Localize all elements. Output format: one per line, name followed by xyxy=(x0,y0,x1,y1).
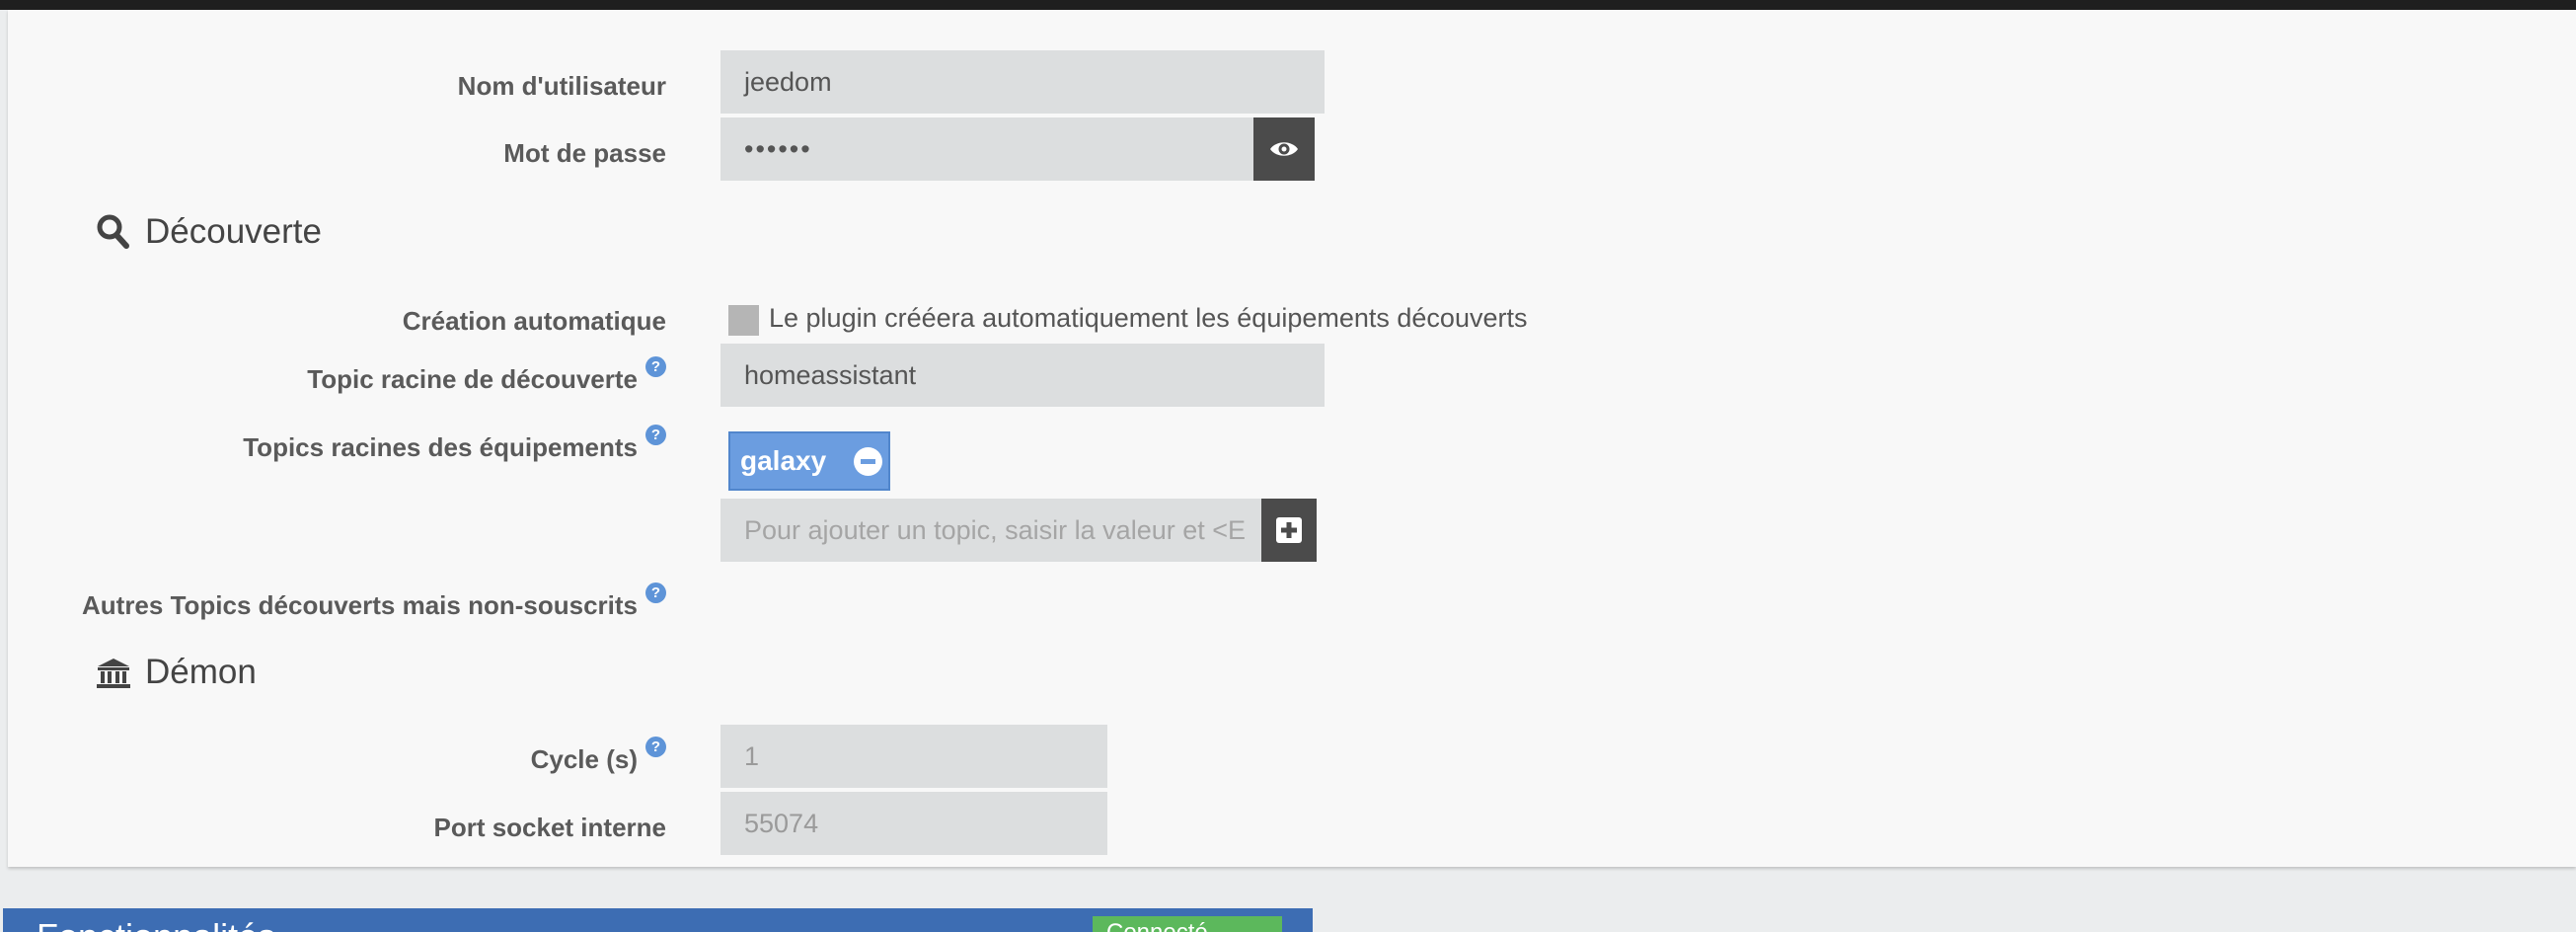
username-input[interactable]: jeedom xyxy=(720,50,1325,114)
port-label: Port socket interne xyxy=(433,813,666,842)
password-input[interactable]: •••••• xyxy=(720,117,1263,181)
auto-create-description: Le plugin crééera automatiquement les éq… xyxy=(769,303,1528,333)
discovery-section-title: Découverte xyxy=(97,212,322,252)
password-label: Mot de passe xyxy=(503,138,666,168)
topic-tag: galaxy xyxy=(728,431,890,491)
features-panel-header: Fonctionnalités Connecté xyxy=(3,908,1313,932)
show-password-button[interactable] xyxy=(1253,117,1315,181)
help-icon[interactable]: ? xyxy=(645,582,666,603)
config-panel: Nom d'utilisateur jeedom Mot de passe ••… xyxy=(8,10,2576,867)
remove-topic-icon[interactable] xyxy=(854,446,883,476)
root-topic-label: Topic racine de découverte? xyxy=(307,356,666,395)
status-button[interactable]: Connecté xyxy=(1093,916,1282,932)
help-icon[interactable]: ? xyxy=(645,737,666,757)
username-label: Nom d'utilisateur xyxy=(457,71,666,101)
eye-icon xyxy=(1270,142,1298,156)
help-icon[interactable]: ? xyxy=(645,356,666,377)
features-panel-title: Fonctionnalités xyxy=(37,916,275,932)
port-input[interactable]: 55074 xyxy=(720,792,1107,855)
add-topic-button[interactable] xyxy=(1261,499,1317,562)
other-topics-label: Autres Topics découverts mais non-souscr… xyxy=(82,582,666,621)
search-icon xyxy=(96,212,131,261)
help-icon[interactable]: ? xyxy=(645,425,666,445)
cycle-input[interactable]: 1 xyxy=(720,725,1107,788)
cycle-label: Cycle (s)? xyxy=(531,737,666,775)
top-bar xyxy=(0,0,2576,10)
topic-tag-label: galaxy xyxy=(740,445,827,476)
root-topic-input[interactable]: homeassistant xyxy=(720,344,1325,407)
auto-create-checkbox[interactable] xyxy=(728,305,759,336)
daemon-section-title: Démon xyxy=(97,653,257,692)
add-topic-input[interactable]: Pour ajouter un topic, saisir la valeur … xyxy=(720,499,1269,562)
bank-icon xyxy=(96,653,131,701)
plus-square-icon xyxy=(1276,517,1302,543)
equipment-topics-label: Topics racines des équipements? xyxy=(243,425,666,463)
auto-create-label: Création automatique xyxy=(402,306,666,336)
